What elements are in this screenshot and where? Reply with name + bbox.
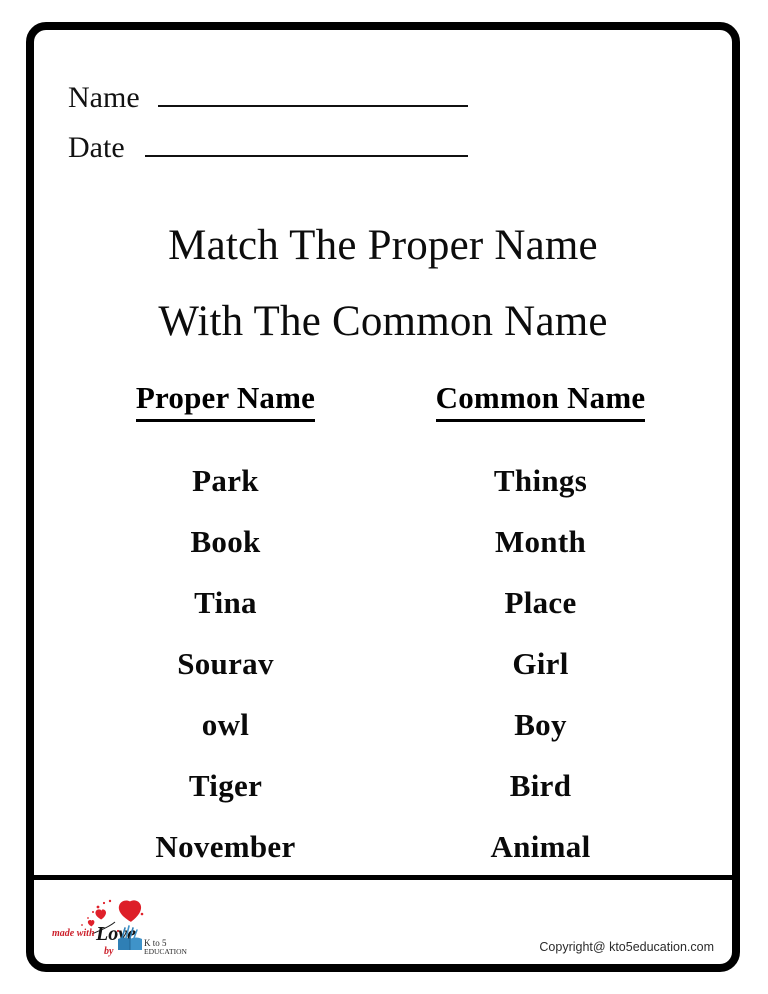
title-line-1: Match The Proper Name — [168, 222, 598, 269]
common-name-column: Common Name Things Month Place Girl Boy … — [383, 378, 698, 877]
common-name-header: Common Name — [435, 378, 646, 422]
copyright-text: Copyright@ kto5education.com — [539, 940, 714, 954]
heart-icon-small — [87, 919, 95, 927]
student-info-fields: Name Date — [68, 72, 468, 164]
name-label: Name — [68, 81, 140, 114]
list-item[interactable]: Tiger — [68, 755, 383, 816]
list-item[interactable]: Things — [383, 450, 698, 511]
list-item[interactable]: Sourav — [68, 633, 383, 694]
name-write-line[interactable] — [157, 105, 468, 107]
list-item[interactable]: Tina — [68, 572, 383, 633]
list-item[interactable]: Animal — [383, 816, 698, 877]
made-with-love-logo: made with Love by K to 5 EDUCATION — [52, 898, 212, 960]
list-item[interactable]: owl — [68, 694, 383, 755]
list-item[interactable]: Park — [68, 450, 383, 511]
date-field-row[interactable]: Date — [68, 122, 468, 164]
by-text: by — [104, 946, 114, 957]
date-write-line[interactable] — [144, 155, 468, 157]
page-footer: made with Love by K to 5 EDUCATION Copyr… — [34, 880, 732, 972]
list-item[interactable]: Place — [383, 572, 698, 633]
proper-name-header: Proper Name — [135, 378, 316, 422]
name-field-row[interactable]: Name — [68, 72, 468, 114]
list-item[interactable]: November — [68, 816, 383, 877]
common-name-word-list: Things Month Place Girl Boy Bird Animal — [383, 450, 698, 877]
brand-line-2: EDUCATION — [144, 947, 187, 956]
heart-icon-medium — [95, 909, 107, 920]
list-item[interactable]: Month — [383, 511, 698, 572]
page-border-frame: Name Date Match The Proper Name With The… — [26, 22, 740, 972]
list-item[interactable]: Boy — [383, 694, 698, 755]
made-with-text: made with — [52, 928, 95, 939]
list-item[interactable]: Girl — [383, 633, 698, 694]
proper-name-column: Proper Name Park Book Tina Sourav owl Ti… — [68, 378, 383, 877]
list-item[interactable]: Bird — [383, 755, 698, 816]
page-title: Match The Proper Name With The Common Na… — [34, 208, 732, 360]
date-label: Date — [68, 131, 125, 164]
list-item[interactable]: Book — [68, 511, 383, 572]
proper-name-word-list: Park Book Tina Sourav owl Tiger November — [68, 450, 383, 877]
heart-icon-large — [118, 900, 142, 922]
match-columns: Proper Name Park Book Tina Sourav owl Ti… — [68, 378, 698, 877]
title-line-2: With The Common Name — [158, 298, 608, 345]
worksheet-page: Name Date Match The Proper Name With The… — [0, 0, 768, 994]
